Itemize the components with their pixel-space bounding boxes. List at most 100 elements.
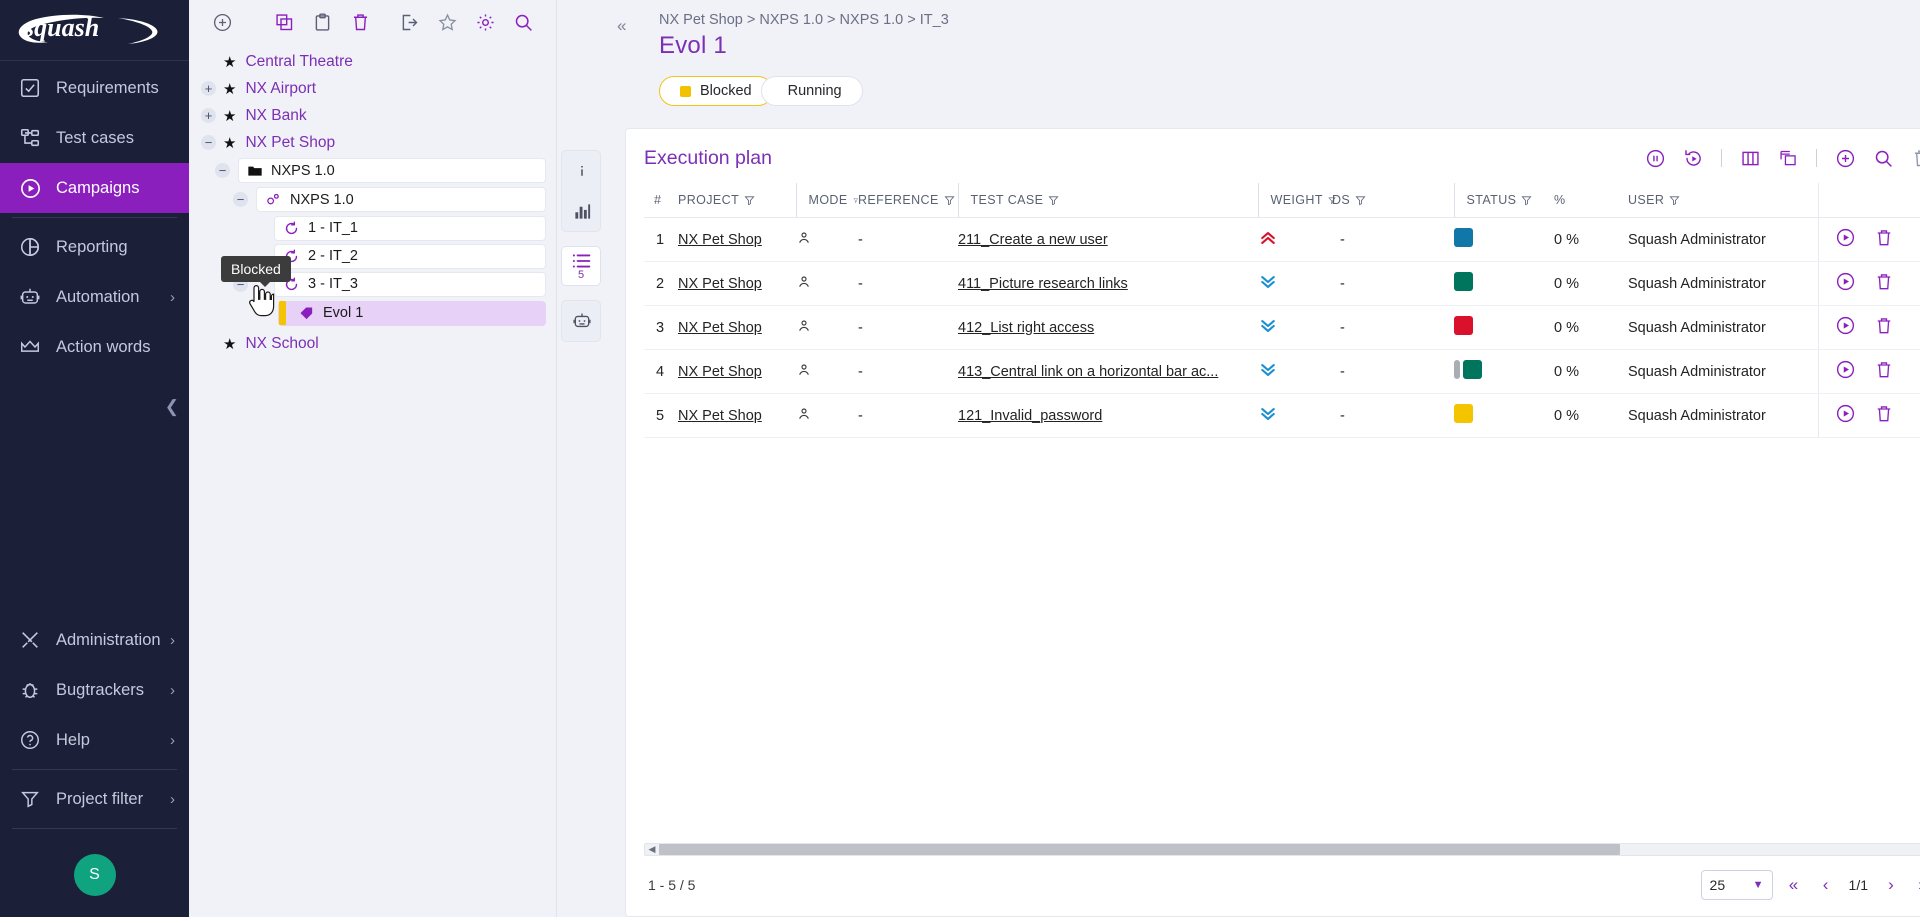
breadcrumb[interactable]: NX Pet Shop > NXPS 1.0 > NXPS 1.0 > IT_3	[659, 12, 1920, 28]
tree-node-iteration[interactable]: 1 - IT_1	[274, 216, 546, 241]
test-case-link[interactable]: 413_Central link on a horizontal bar ac.…	[958, 364, 1258, 380]
filter-icon[interactable]	[1669, 195, 1680, 206]
add-circle-icon[interactable]	[203, 5, 241, 39]
filter-icon[interactable]	[1048, 195, 1059, 206]
delete-icon[interactable]	[1874, 360, 1894, 384]
tree-toggle[interactable]	[259, 306, 274, 321]
copy-icon[interactable]	[265, 5, 303, 39]
list-icon[interactable]: 5	[561, 246, 601, 286]
cell-test-case[interactable]: 211_Create a new user	[958, 218, 1258, 262]
tree-node-row[interactable]: 1 - IT_1	[189, 214, 556, 242]
duplicate-icon[interactable]	[1771, 143, 1805, 173]
cell-test-case[interactable]: 413_Central link on a horizontal bar ac.…	[958, 350, 1258, 394]
gear-icon[interactable]	[466, 5, 504, 39]
info-icon[interactable]	[562, 151, 601, 191]
cell-project[interactable]: NX Pet Shop	[678, 350, 796, 394]
table-row[interactable]: 5 NX Pet Shop - 121_Invalid_password - 0…	[644, 394, 1920, 438]
scrollbar-track[interactable]	[659, 844, 1920, 855]
project-link[interactable]: NX Pet Shop	[678, 232, 762, 248]
cell-test-case[interactable]: 411_Picture research links	[958, 262, 1258, 306]
export-icon[interactable]	[390, 5, 428, 39]
delete-icon[interactable]	[1874, 272, 1894, 296]
delete-icon[interactable]	[1874, 404, 1894, 428]
horizontal-scrollbar[interactable]: ◀ ▶	[644, 843, 1920, 856]
th-test-case[interactable]: TEST CASE	[958, 183, 1258, 218]
test-case-link[interactable]: 121_Invalid_password	[958, 408, 1258, 424]
filter-icon[interactable]	[944, 195, 955, 206]
sidebar-item-action-words[interactable]: Action words	[0, 322, 189, 372]
tree-project-row[interactable]: ★ Central Theatre	[189, 48, 556, 75]
execute-icon[interactable]	[1835, 403, 1856, 428]
tree-node-iteration[interactable]: 2 - IT_2	[274, 244, 546, 269]
delete-icon[interactable]	[1904, 143, 1920, 173]
prev-page-button[interactable]: ‹	[1815, 872, 1837, 898]
cell-project[interactable]: NX Pet Shop	[678, 262, 796, 306]
bar-chart-icon[interactable]	[562, 191, 601, 231]
tree-toggle-collapse[interactable]: −	[201, 135, 216, 150]
cell-test-case[interactable]: 121_Invalid_password	[958, 394, 1258, 438]
th-mode[interactable]: MODE	[796, 183, 858, 218]
delete-icon[interactable]	[341, 5, 379, 39]
cell-project[interactable]: NX Pet Shop	[678, 394, 796, 438]
tree-node-campaign[interactable]: NXPS 1.0	[256, 187, 546, 212]
sidebar-item-test-cases[interactable]: Test cases	[0, 113, 189, 163]
tree-node-row[interactable]: − NXPS 1.0	[189, 185, 556, 214]
test-case-link[interactable]: 211_Create a new user	[958, 232, 1258, 248]
cell-project[interactable]: NX Pet Shop	[678, 306, 796, 350]
search-icon[interactable]	[504, 5, 542, 39]
th-reference[interactable]: REFERENCE	[858, 183, 958, 218]
sidebar-item-project-filter[interactable]: Project filter ›	[0, 774, 189, 824]
cell-test-case[interactable]: 412_List right access	[958, 306, 1258, 350]
project-link[interactable]: NX Pet Shop	[678, 320, 762, 336]
tree-toggle-expand[interactable]: +	[201, 81, 216, 96]
execute-icon[interactable]	[1835, 271, 1856, 296]
status-pill-blocked[interactable]: Blocked	[659, 76, 773, 106]
search-icon[interactable]	[1866, 143, 1900, 173]
sidebar-collapse-button[interactable]: ❮	[165, 397, 179, 417]
filter-icon[interactable]	[1521, 195, 1532, 206]
sidebar-item-campaigns[interactable]: Campaigns	[0, 163, 189, 213]
cell-project[interactable]: NX Pet Shop	[678, 218, 796, 262]
scrollbar-thumb[interactable]	[659, 844, 1620, 855]
execute-icon[interactable]	[1835, 359, 1856, 384]
tree-node-folder[interactable]: NXPS 1.0	[238, 158, 546, 183]
scroll-left-arrow-icon[interactable]: ◀	[645, 844, 659, 855]
delete-icon[interactable]	[1874, 316, 1894, 340]
tree-node-row[interactable]: − NXPS 1.0	[189, 156, 556, 185]
status-pill-running[interactable]: Running	[761, 76, 863, 106]
page-size-select[interactable]: 25 ▼	[1701, 870, 1773, 900]
test-case-link[interactable]: 412_List right access	[958, 320, 1258, 336]
tree-project-row[interactable]: ★ NX School	[189, 330, 556, 357]
tree-project-row[interactable]: + ★ NX Bank	[189, 102, 556, 129]
tree-node-row-selected[interactable]: Evol 1	[189, 298, 556, 328]
first-page-button[interactable]: «	[1783, 872, 1805, 898]
tree-project-row[interactable]: − ★ NX Pet Shop	[189, 129, 556, 156]
pause-circle-icon[interactable]	[1638, 143, 1672, 173]
paste-icon[interactable]	[303, 5, 341, 39]
tree-toggle-collapse[interactable]: −	[233, 192, 248, 207]
star-icon[interactable]	[428, 5, 466, 39]
th-project[interactable]: PROJECT	[678, 183, 796, 218]
tree-toggle[interactable]	[251, 221, 266, 236]
sidebar-item-bugtrackers[interactable]: Bugtrackers ›	[0, 665, 189, 715]
avatar[interactable]: S	[74, 854, 116, 896]
add-circle-icon[interactable]	[1828, 143, 1862, 173]
sidebar-item-requirements[interactable]: Requirements	[0, 63, 189, 113]
execute-icon[interactable]	[1835, 315, 1856, 340]
sidebar-item-administration[interactable]: Administration ›	[0, 615, 189, 665]
project-link[interactable]: NX Pet Shop	[678, 364, 762, 380]
sidebar-item-automation[interactable]: Automation ›	[0, 272, 189, 322]
tree-toggle[interactable]	[201, 336, 216, 351]
project-link[interactable]: NX Pet Shop	[678, 276, 762, 292]
test-case-link[interactable]: 411_Picture research links	[958, 276, 1258, 292]
execute-icon[interactable]	[1835, 227, 1856, 252]
tree-node-iteration[interactable]: 3 - IT_3	[274, 272, 546, 297]
filter-icon[interactable]	[744, 195, 755, 206]
sidebar-item-help[interactable]: Help ›	[0, 715, 189, 765]
sidebar-item-reporting[interactable]: Reporting	[0, 222, 189, 272]
tree-toggle-expand[interactable]: +	[201, 108, 216, 123]
tree-project-row[interactable]: + ★ NX Airport	[189, 75, 556, 102]
th-status[interactable]: STATUS	[1454, 183, 1554, 218]
robot-icon[interactable]	[562, 301, 601, 341]
project-link[interactable]: NX Pet Shop	[678, 408, 762, 424]
